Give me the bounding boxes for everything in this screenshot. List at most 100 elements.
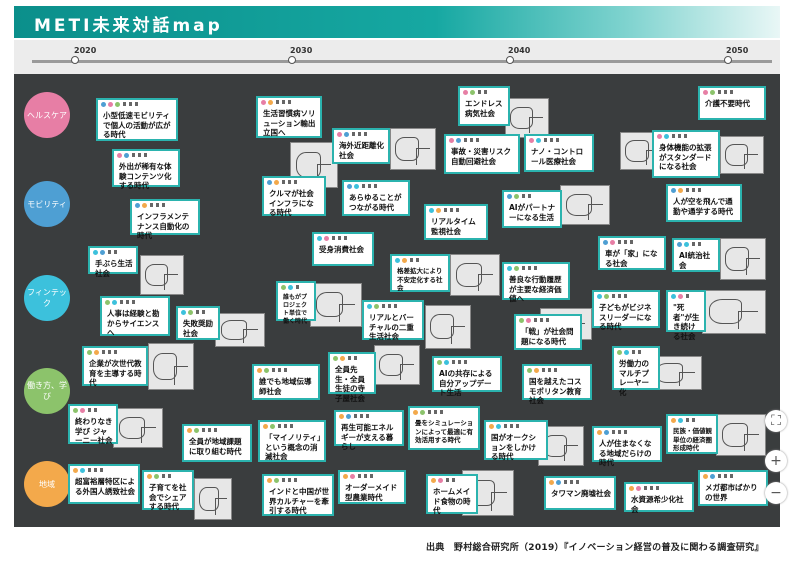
future-card[interactable]: 子どもがビジネスリーダーになる時代 [592,290,660,331]
category-work-learning[interactable]: 働き方、学び [24,368,70,414]
card-text: 小型低速モビリティで個人の活動が広がる時代 [103,111,171,139]
year-marker[interactable] [724,56,732,64]
future-card[interactable]: 国を越えたコスモポリタン教育社会 [522,364,592,405]
future-card[interactable]: 企業が次世代教育を主導する時代 [82,346,148,387]
future-card[interactable]: インドと中国が世界カルチャーを牽引する時代 [262,474,334,516]
future-card[interactable]: 「マイノリティ」という概念の消滅社会 [258,420,326,462]
future-card[interactable]: ナノ・コントロール医療社会 [524,134,594,172]
card-text: "死者"が生き続ける社会 [673,303,700,341]
card-text: 格差拡大により不安定化する社会 [397,267,443,292]
future-card[interactable]: ホームメイド食物の時代 [426,474,478,515]
future-card[interactable]: 労働力のマルチプレーヤー化 [612,346,660,397]
card-text: メガ都市ばかりの世界 [705,483,758,502]
future-card[interactable]: 子育てを社会でシェアする時代 [142,470,194,511]
future-card[interactable]: 小型低速モビリティで個人の活動が広がる時代 [96,98,178,141]
future-card[interactable]: 手ぶら生活社会 [88,246,138,278]
expand-icon[interactable]: ⛶ [765,410,787,432]
future-card[interactable]: 水資源希少化社会 [624,482,694,514]
future-card[interactable]: あらゆることがつながる時代 [342,180,410,216]
card-text: 全員が地域課題に取り組む時代 [189,437,242,456]
future-card[interactable]: 誰でも地域伝導師社会 [252,364,320,400]
timeline: 2020 2030 2040 2050 [14,40,780,74]
future-card[interactable]: 畳をシミュレーションによって最適に有効活用する時代 [408,406,480,450]
card-text: 善良な行動履歴が主要な経済価値へ [509,275,562,303]
future-card[interactable]: 誰もがプロジェクト単位で働く時代 [276,281,316,325]
card-text: 水資源希少化社会 [631,495,684,514]
card-text: 子どもがビジネスリーダーになる時代 [599,303,652,331]
future-card[interactable]: 外出が稀有な体験コンテンツ化する時代 [112,149,180,190]
illustration [702,290,766,334]
year-marker[interactable] [288,56,296,64]
illustration [148,343,194,390]
category-region[interactable]: 地域 [24,461,70,507]
page-title: METI未来対話map [34,16,223,36]
future-card[interactable]: AIがパートナーになる生活 [502,190,562,228]
card-text: 超富裕層特区による外国人誘致社会 [75,477,135,496]
future-card[interactable]: 終わりなき学び ジャーニー社会 [68,404,118,445]
timeline-bar [32,60,772,63]
year-marker[interactable] [506,56,514,64]
card-text: リアルタイム監視社会 [431,217,476,236]
card-text: 介護不要時代 [705,99,750,108]
year-marker[interactable] [71,56,79,64]
future-card[interactable]: エンドレス病気社会 [458,86,510,126]
card-text: 終わりなき学び ジャーニー社会 [75,417,113,445]
year-label: 2020 [74,46,97,55]
future-card[interactable]: 事故・災害リスク自動回避社会 [444,134,520,174]
future-card[interactable]: AI統治社会 [672,238,720,272]
category-fintech[interactable]: フィンテック [24,275,70,321]
future-card[interactable]: 介護不要時代 [698,86,766,120]
illustration [310,283,362,327]
future-card[interactable]: タワマン廃墟社会 [544,476,616,510]
future-card[interactable]: リアルタイム監視社会 [424,204,488,240]
future-card[interactable]: 全員が地域課題に取り組む時代 [182,424,252,462]
future-card[interactable]: クルマが社会インフラになる時代 [262,176,326,217]
future-card[interactable]: 「戦」が社会問題になる時代 [514,314,582,350]
illustration [374,345,420,385]
future-card[interactable]: 車が「家」になる社会 [598,236,666,270]
category-mobility[interactable]: モビリティ [24,181,70,227]
future-card[interactable]: 超富裕層特区による外国人誘致社会 [68,464,140,504]
card-text: AIがパートナーになる生活 [509,203,556,222]
title-banner: METI未来対話map [14,6,780,38]
future-card[interactable]: "死者"が生き続ける社会 [666,290,706,341]
future-card[interactable]: 再生可能エネルギーが支える暮らし [334,410,404,451]
future-card[interactable]: 民族・価値観単位の経済圏形成時代 [666,414,718,454]
year-label: 2030 [290,46,313,55]
card-text: 失敗奨励社会 [183,319,213,338]
card-text: ホームメイド食物の時代 [433,487,471,515]
future-card[interactable]: リアルとバーチャルの二重生活社会 [362,300,424,341]
future-card[interactable]: オーダーメイド型農業時代 [338,470,406,504]
future-card[interactable]: 身体機能の拡張がスタンダードになる社会 [652,130,720,178]
card-text: 国がオークションをしかける時代 [491,433,536,461]
future-card[interactable]: 善良な行動履歴が主要な経済価値へ [502,262,570,303]
zoom-in-button[interactable]: + [765,450,787,472]
future-card[interactable]: インフラメンテナンス自動化の時代 [130,199,200,240]
card-text: 事故・災害リスク自動回避社会 [451,147,511,166]
category-healthcare[interactable]: ヘルスケア [24,92,70,138]
future-card[interactable]: AIの共存による自分アップデート生活 [432,356,502,397]
future-card[interactable]: 受身消費社会 [312,232,374,266]
illustration [505,98,549,138]
future-card[interactable]: 海外近距離化社会 [332,128,390,164]
future-card[interactable]: 格差拡大により不安定化する社会 [390,254,450,292]
future-card[interactable]: メガ都市ばかりの世界 [698,470,768,506]
year-label: 2040 [508,46,531,55]
future-card[interactable]: 失敗奨励社会 [176,306,220,340]
future-card[interactable]: 人が空を飛んで通勤や通学する時代 [666,184,742,222]
card-text: 外出が稀有な体験コンテンツ化する時代 [119,162,172,190]
card-text: クルマが社会インフラになる時代 [269,189,314,217]
card-text: 身体機能の拡張がスタンダードになる社会 [659,143,712,171]
future-card[interactable]: 国がオークションをしかける時代 [484,420,548,461]
future-card[interactable]: 人事は経験と勘からサイエンスへ [100,296,170,337]
zoom-out-button[interactable]: − [765,482,787,504]
card-text: 全員先生・全員生徒の寺子屋社会 [335,365,365,403]
illustration [390,128,436,170]
illustration [720,238,766,280]
future-card[interactable]: 生活習慣病ソリューション輸出立国へ [256,96,322,138]
card-text: 車が「家」になる社会 [605,249,658,268]
illustration [716,414,766,456]
card-text: 「マイノリティ」という概念の消滅社会 [265,433,321,461]
future-card[interactable]: 人が住まなくなる地域だらけの時代 [592,426,662,467]
future-card[interactable]: 全員先生・全員生徒の寺子屋社会 [328,352,376,403]
